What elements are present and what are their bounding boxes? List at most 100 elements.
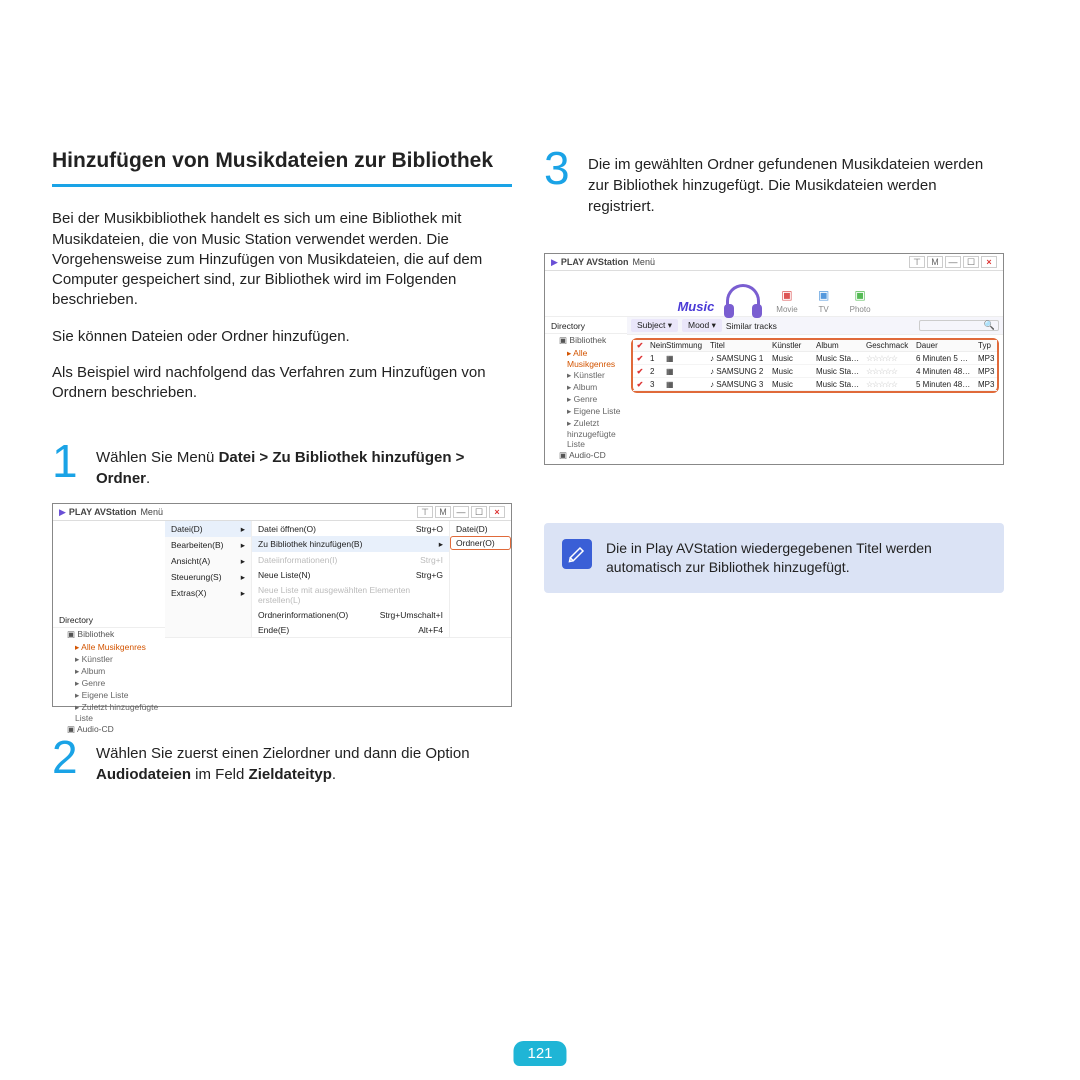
window-maximize-icon[interactable]: M bbox=[927, 256, 943, 268]
menu-submenu-datei[interactable]: Datei(D) bbox=[450, 521, 511, 536]
window-minimize-icon[interactable]: — bbox=[453, 506, 469, 518]
col-geschmack[interactable]: Geschmack bbox=[863, 340, 913, 351]
page-number: 121 bbox=[513, 1045, 566, 1062]
step-3: 3 Die im gewählten Ordner gefundenen Mus… bbox=[544, 148, 1004, 217]
col-kunstler[interactable]: Künstler bbox=[769, 340, 813, 351]
tree-album[interactable]: ▸ Album bbox=[75, 665, 165, 677]
menu-ende[interactable]: Ende(E)Alt+F4 bbox=[252, 622, 449, 637]
menu-ordnerinfo[interactable]: Ordnerinformationen(O)Strg+Umschalt+I bbox=[252, 607, 449, 622]
left-column: Hinzufügen von Musikdateien zur Biblioth… bbox=[52, 148, 512, 799]
step-2-text: Wählen Sie zuerst einen Zielordner und d… bbox=[96, 737, 512, 785]
window-controls: ⊤ M — ☐ × bbox=[417, 506, 505, 518]
tree-kunstler[interactable]: ▸ Künstler bbox=[75, 653, 165, 665]
filter-similar[interactable]: Similar tracks bbox=[726, 321, 777, 331]
window-close-icon[interactable]: × bbox=[489, 506, 505, 518]
sidebar-2: Directory ▣ Bibliothek ▸ Alle Musikgenre… bbox=[545, 317, 627, 464]
screenshot-library: ▶ PLAY AVStation Menü ⊤ M — ☐ × Music ▣M… bbox=[544, 253, 1004, 465]
app-titlebar-2: ▶ PLAY AVStation Menü ⊤ M — ☐ × bbox=[545, 254, 1003, 271]
col-album[interactable]: Album bbox=[813, 340, 863, 351]
right-column: 3 Die im gewählten Ordner gefundenen Mus… bbox=[544, 148, 1004, 799]
col-nein[interactable]: Nein bbox=[647, 340, 663, 351]
tree-eigene-liste-2[interactable]: ▸ Eigene Liste bbox=[567, 405, 627, 417]
hero-movie-tab[interactable]: ▣Movie bbox=[776, 285, 797, 314]
search-input[interactable]: 🔍 bbox=[919, 320, 999, 331]
heading-rule bbox=[52, 184, 512, 187]
step-1-number: 1 bbox=[52, 441, 86, 482]
col-dauer[interactable]: Dauer bbox=[913, 340, 975, 351]
step-1-text: Wählen Sie Menü Datei > Zu Bibliothek hi… bbox=[96, 441, 512, 489]
app-menu-label[interactable]: Menü bbox=[140, 507, 163, 517]
track-row[interactable]: ✔3▦♪ SAMSUNG 3MusicMusic Sta…☆☆☆☆☆5 Minu… bbox=[633, 378, 997, 391]
tree-genre-2[interactable]: ▸ Genre bbox=[567, 393, 627, 405]
intro-p3: Als Beispiel wird nachfolgend das Verfah… bbox=[52, 363, 512, 404]
menu-steuerung[interactable]: Steuerung(S)▸ bbox=[165, 569, 251, 585]
headphones-icon bbox=[726, 284, 760, 312]
sidebar: Directory ▣ Bibliothek ▸ Alle Musikgenre… bbox=[53, 521, 165, 740]
app-titlebar: ▶ PLAY AVStation Menü ⊤ M — ☐ × bbox=[53, 504, 511, 521]
directory-label: Directory bbox=[53, 613, 165, 628]
window-close-icon[interactable]: × bbox=[981, 256, 997, 268]
track-row[interactable]: ✔2▦♪ SAMSUNG 2MusicMusic Sta…☆☆☆☆☆4 Minu… bbox=[633, 365, 997, 378]
filter-mood[interactable]: Mood ▾ bbox=[682, 319, 722, 332]
track-list-highlighted: ✔ Nein Stimmung Titel Künstler Album Ges… bbox=[631, 338, 999, 393]
col-check[interactable]: ✔ bbox=[633, 340, 647, 351]
window-restore-icon[interactable]: ☐ bbox=[963, 256, 979, 268]
menu-level-1: Datei(D)▸ Bearbeiten(B)▸ Ansicht(A)▸ Ste… bbox=[165, 521, 251, 637]
tree-alle-musikgenres[interactable]: ▸ Alle Musikgenres bbox=[75, 641, 165, 653]
hero-bar: Music ▣Movie ▣TV ▣Photo bbox=[545, 271, 1003, 317]
tree-bibliothek-2[interactable]: ▣ Bibliothek bbox=[545, 334, 627, 347]
step-2: 2 Wählen Sie zuerst einen Zielordner und… bbox=[52, 737, 512, 785]
tree-kunstler-2[interactable]: ▸ Künstler bbox=[567, 369, 627, 381]
note-text: Die in Play AVStation wiedergegebenen Ti… bbox=[606, 539, 986, 577]
menu-bearbeiten[interactable]: Bearbeiten(B)▸ bbox=[165, 537, 251, 553]
filter-subject[interactable]: Subject ▾ bbox=[631, 319, 678, 332]
tree-genre[interactable]: ▸ Genre bbox=[75, 677, 165, 689]
tree-zuletzt[interactable]: ▸ Zuletzt hinzugefügte Liste bbox=[75, 701, 165, 723]
menu-datei-oeffnen[interactable]: Datei öffnen(O)Strg+O bbox=[252, 521, 449, 536]
menu-dropdown-area: Datei(D)▸ Bearbeiten(B)▸ Ansicht(A)▸ Ste… bbox=[165, 521, 511, 740]
tree-bibliothek[interactable]: ▣ Bibliothek bbox=[53, 628, 165, 641]
window-maximize-icon[interactable]: M bbox=[435, 506, 451, 518]
menu-ansicht[interactable]: Ansicht(A)▸ bbox=[165, 553, 251, 569]
step-2-number: 2 bbox=[52, 737, 86, 778]
note-pencil-icon bbox=[562, 539, 592, 569]
menu-extras[interactable]: Extras(X)▸ bbox=[165, 585, 251, 601]
app-title-2: PLAY AVStation bbox=[561, 257, 629, 267]
hero-tv-tab[interactable]: ▣TV bbox=[814, 285, 834, 314]
app-menu-label-2[interactable]: Menü bbox=[632, 257, 655, 267]
track-row[interactable]: ✔1▦♪ SAMSUNG 1MusicMusic Sta…☆☆☆☆☆6 Minu… bbox=[633, 352, 997, 365]
intro-p1: Bei der Musikbibliothek handelt es sich … bbox=[52, 209, 512, 310]
intro-p2: Sie können Dateien oder Ordner hinzufüge… bbox=[52, 327, 512, 347]
menu-level-3: Datei(D) Ordner(O) bbox=[449, 521, 511, 637]
window-controls-2: ⊤ M — ☐ × bbox=[909, 256, 997, 268]
info-note: Die in Play AVStation wiedergegebenen Ti… bbox=[544, 523, 1004, 593]
app-logo-icon: ▶ bbox=[59, 507, 66, 518]
menu-zu-bibliothek[interactable]: Zu Bibliothek hinzufügen(B)▸ bbox=[252, 536, 449, 552]
app-title: PLAY AVStation bbox=[69, 507, 137, 517]
col-stimmung[interactable]: Stimmung bbox=[663, 340, 707, 351]
menu-dateiinfo: Dateiinformationen(I)Strg+I bbox=[252, 552, 449, 567]
window-restore-icon[interactable]: ☐ bbox=[471, 506, 487, 518]
col-titel[interactable]: Titel bbox=[707, 340, 769, 351]
window-pin-icon[interactable]: ⊤ bbox=[417, 506, 433, 518]
menu-level-2: Datei öffnen(O)Strg+O Zu Bibliothek hinz… bbox=[251, 521, 449, 637]
tree-alle-musikgenres-2[interactable]: ▸ Alle Musikgenres bbox=[567, 347, 627, 369]
menu-neue-liste[interactable]: Neue Liste(N)Strg+G bbox=[252, 567, 449, 582]
menu-neue-liste-aus: Neue Liste mit ausgewählten Elementen er… bbox=[252, 582, 449, 607]
menu-datei[interactable]: Datei(D)▸ bbox=[165, 521, 251, 537]
tree-audio-cd-2[interactable]: ▣ Audio-CD bbox=[545, 449, 627, 462]
col-typ[interactable]: Typ bbox=[975, 340, 997, 351]
filter-bar: Subject ▾ Mood ▾ Similar tracks 🔍 bbox=[627, 317, 1003, 335]
step-3-number: 3 bbox=[544, 148, 578, 189]
tree-album-2[interactable]: ▸ Album bbox=[567, 381, 627, 393]
step-1: 1 Wählen Sie Menü Datei > Zu Bibliothek … bbox=[52, 441, 512, 489]
tree-zuletzt-2[interactable]: ▸ Zuletzt hinzugefügte Liste bbox=[567, 417, 627, 449]
screenshot-menu: ▶ PLAY AVStation Menü ⊤ M — ☐ × Director… bbox=[52, 503, 512, 707]
menu-submenu-ordner[interactable]: Ordner(O) bbox=[450, 536, 511, 550]
window-minimize-icon[interactable]: — bbox=[945, 256, 961, 268]
directory-label-2: Directory bbox=[545, 319, 627, 334]
tree-eigene-liste[interactable]: ▸ Eigene Liste bbox=[75, 689, 165, 701]
hero-music-tab[interactable]: Music bbox=[677, 299, 714, 314]
window-pin-icon[interactable]: ⊤ bbox=[909, 256, 925, 268]
hero-photo-tab[interactable]: ▣Photo bbox=[850, 285, 871, 314]
